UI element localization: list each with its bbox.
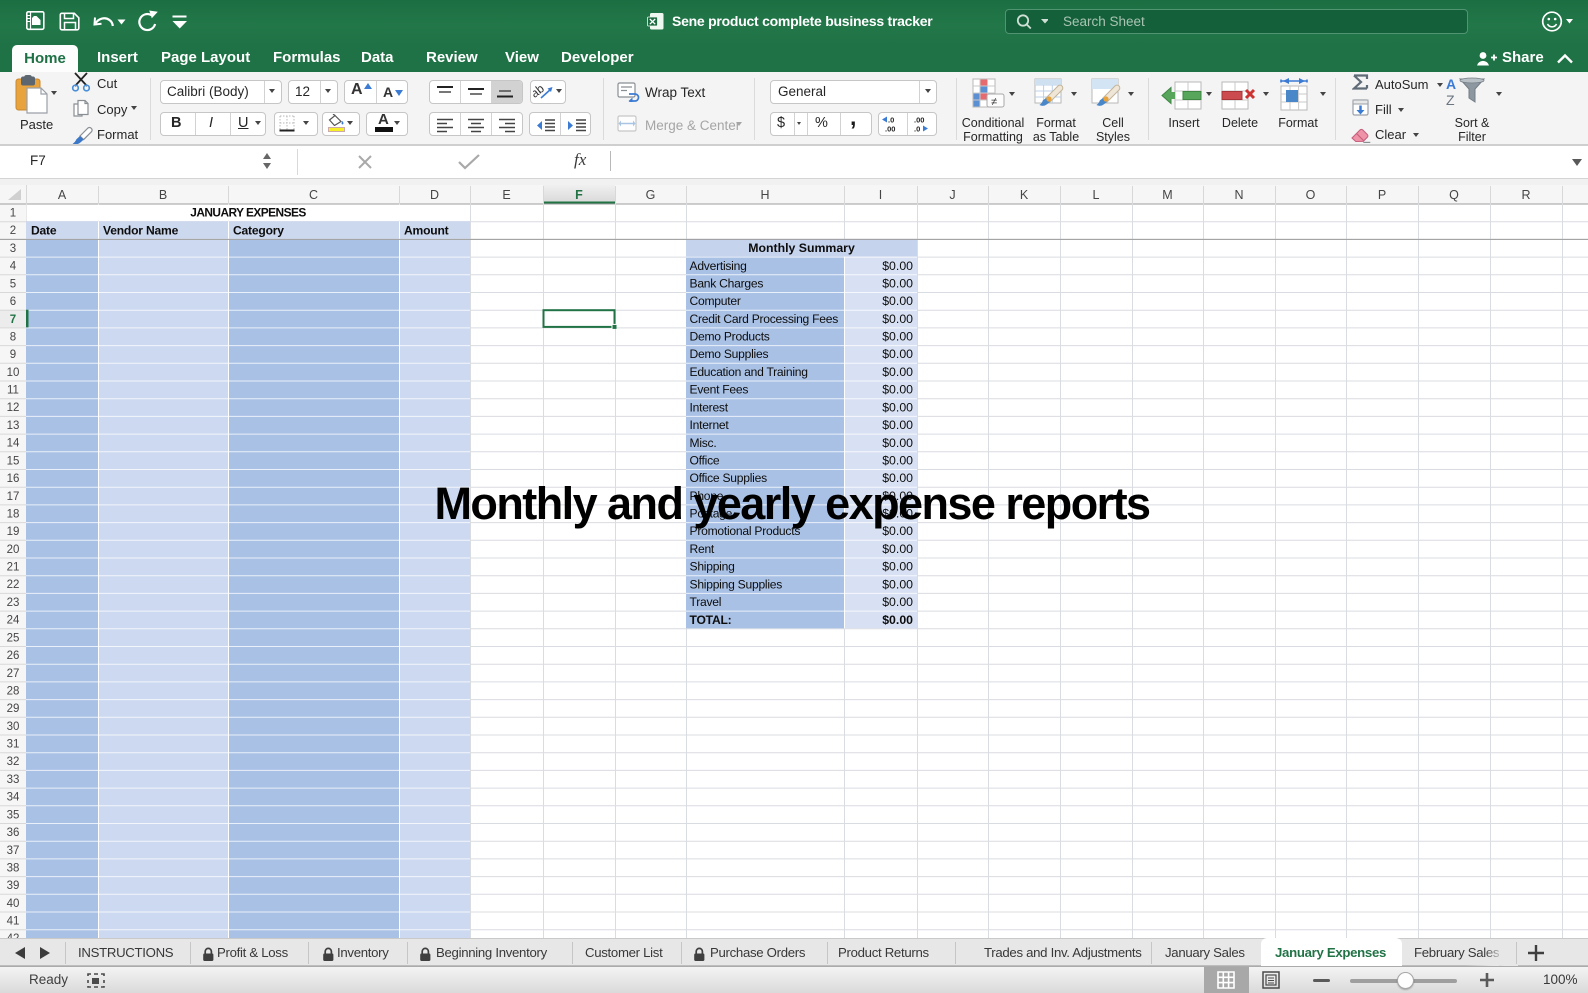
- svg-text:31: 31: [7, 739, 20, 751]
- svg-text:Advertising: Advertising: [690, 259, 747, 273]
- svg-text:L: L: [1093, 188, 1100, 202]
- svg-text:Demo Products: Demo Products: [690, 330, 770, 344]
- svg-text:4: 4: [10, 261, 17, 273]
- svg-text:Computer: Computer: [690, 294, 741, 308]
- svg-text:Travel: Travel: [690, 595, 722, 609]
- svg-text:$0.00: $0.00: [882, 294, 913, 308]
- svg-text:Office: Office: [690, 453, 720, 467]
- svg-text:14: 14: [7, 438, 20, 450]
- svg-text:C: C: [309, 188, 318, 202]
- svg-text:P: P: [1378, 188, 1386, 202]
- svg-text:$0.00: $0.00: [882, 595, 913, 609]
- svg-text:E: E: [502, 188, 510, 202]
- svg-text:32: 32: [7, 756, 20, 768]
- svg-text:7: 7: [10, 314, 16, 326]
- svg-text:21: 21: [7, 562, 20, 574]
- svg-text:$0.00: $0.00: [882, 613, 913, 627]
- svg-text:$0.00: $0.00: [882, 453, 913, 467]
- svg-text:$0.00: $0.00: [882, 276, 913, 290]
- svg-text:19: 19: [7, 526, 20, 538]
- svg-text:D: D: [430, 188, 439, 202]
- svg-text:$0.00: $0.00: [882, 436, 913, 450]
- svg-text:$0.00: $0.00: [882, 365, 913, 379]
- svg-text:$0.00: $0.00: [882, 400, 913, 414]
- svg-text:10: 10: [7, 367, 20, 379]
- svg-text:Rent: Rent: [690, 542, 715, 556]
- svg-text:23: 23: [7, 597, 20, 609]
- svg-text:24: 24: [7, 615, 20, 627]
- svg-text:Interest: Interest: [690, 400, 729, 414]
- svg-text:A: A: [58, 188, 67, 202]
- svg-text:36: 36: [7, 827, 20, 839]
- svg-text:O: O: [1306, 188, 1316, 202]
- svg-text:27: 27: [7, 668, 20, 680]
- svg-text:9: 9: [10, 349, 16, 361]
- svg-text:6: 6: [10, 296, 16, 308]
- svg-text:11: 11: [7, 385, 19, 397]
- svg-text:22: 22: [7, 579, 20, 591]
- svg-text:Bank Charges: Bank Charges: [690, 276, 764, 290]
- svg-text:$0.00: $0.00: [882, 577, 913, 591]
- svg-text:R: R: [1521, 188, 1530, 202]
- svg-text:28: 28: [7, 686, 20, 698]
- svg-text:Amount: Amount: [404, 223, 449, 237]
- svg-text:34: 34: [7, 792, 20, 804]
- svg-text:Demo Supplies: Demo Supplies: [690, 347, 769, 361]
- svg-text:G: G: [646, 188, 656, 202]
- svg-text:$0.00: $0.00: [882, 383, 913, 397]
- svg-text:15: 15: [7, 455, 20, 467]
- svg-text:$0.00: $0.00: [882, 259, 913, 273]
- svg-text:41: 41: [7, 916, 20, 928]
- svg-text:38: 38: [7, 863, 20, 875]
- svg-text:Credit Card Processing Fees: Credit Card Processing Fees: [690, 312, 839, 326]
- svg-text:Internet: Internet: [690, 418, 730, 432]
- svg-text:30: 30: [7, 721, 20, 733]
- svg-text:F: F: [575, 188, 583, 202]
- svg-text:$0.00: $0.00: [882, 418, 913, 432]
- svg-text:K: K: [1020, 188, 1029, 202]
- svg-text:Vendor Name: Vendor Name: [103, 223, 179, 237]
- svg-text:8: 8: [10, 331, 16, 343]
- svg-text:$0.00: $0.00: [882, 542, 913, 556]
- svg-text:Shipping: Shipping: [690, 560, 735, 574]
- svg-text:Education and Training: Education and Training: [690, 365, 808, 379]
- svg-text:5: 5: [10, 278, 16, 290]
- svg-text:I: I: [879, 188, 882, 202]
- svg-text:26: 26: [7, 650, 20, 662]
- svg-text:Monthly Summary: Monthly Summary: [748, 241, 855, 255]
- svg-text:37: 37: [7, 845, 20, 857]
- svg-text:2: 2: [10, 225, 16, 237]
- svg-text:39: 39: [7, 880, 20, 892]
- svg-text:J: J: [949, 188, 955, 202]
- svg-text:29: 29: [7, 703, 20, 715]
- svg-text:M: M: [1162, 188, 1172, 202]
- svg-text:40: 40: [7, 898, 20, 910]
- svg-text:13: 13: [7, 420, 20, 432]
- svg-text:$0.00: $0.00: [882, 560, 913, 574]
- svg-text:B: B: [159, 188, 167, 202]
- svg-text:Date: Date: [31, 223, 57, 237]
- svg-text:Shipping Supplies: Shipping Supplies: [690, 577, 783, 591]
- svg-text:H: H: [760, 188, 769, 202]
- svg-text:TOTAL:: TOTAL:: [690, 613, 732, 627]
- svg-text:$0.00: $0.00: [882, 312, 913, 326]
- svg-text:12: 12: [7, 402, 20, 414]
- svg-text:N: N: [1234, 188, 1243, 202]
- svg-text:25: 25: [7, 632, 20, 644]
- svg-text:$0.00: $0.00: [882, 347, 913, 361]
- svg-text:20: 20: [7, 544, 20, 556]
- svg-text:Misc.: Misc.: [690, 436, 717, 450]
- svg-text:35: 35: [7, 809, 20, 821]
- svg-text:$0.00: $0.00: [882, 330, 913, 344]
- svg-text:Q: Q: [1449, 188, 1459, 202]
- svg-text:Category: Category: [233, 223, 284, 237]
- svg-text:3: 3: [10, 243, 16, 255]
- svg-text:1: 1: [10, 208, 16, 220]
- svg-text:33: 33: [7, 774, 20, 786]
- svg-text:JANUARY EXPENSES: JANUARY EXPENSES: [190, 206, 306, 220]
- svg-text:Event Fees: Event Fees: [690, 383, 749, 397]
